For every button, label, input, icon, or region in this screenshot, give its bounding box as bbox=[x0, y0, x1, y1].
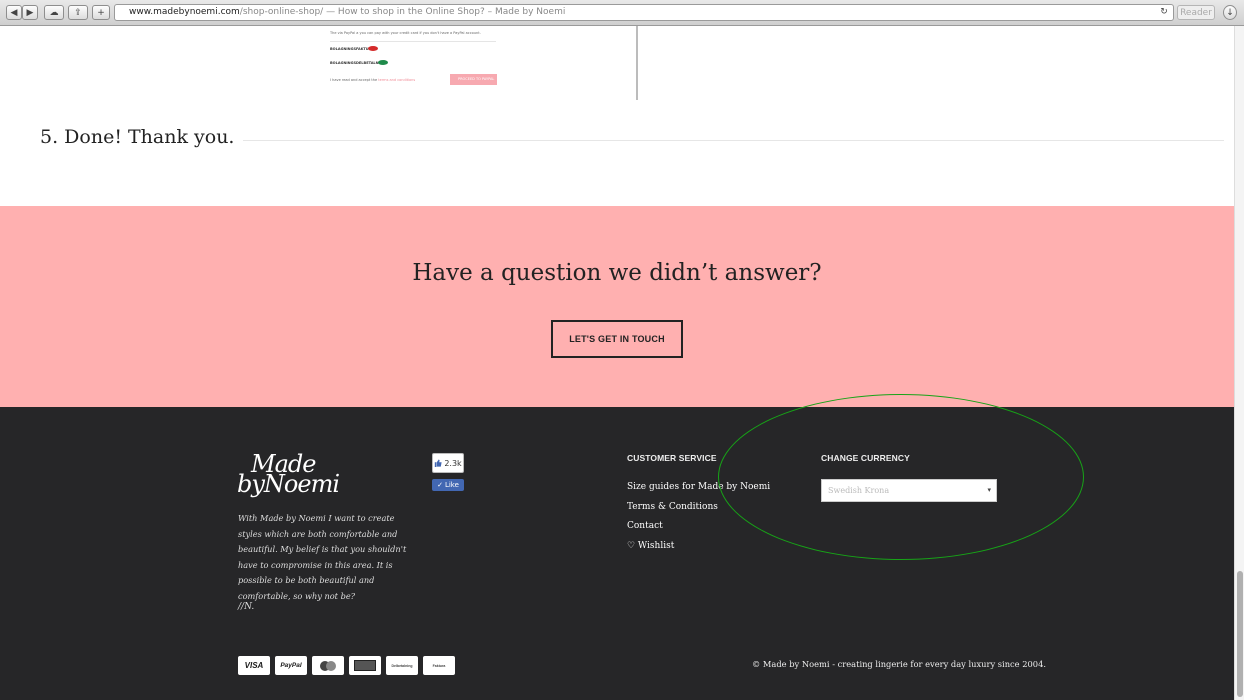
customer-service-heading: CUSTOMER SERVICE bbox=[627, 453, 717, 463]
facebook-like-button[interactable]: ✓ Like bbox=[432, 479, 464, 491]
page-title-in-url: — How to shop in the Online Shop? – Made… bbox=[323, 7, 566, 17]
screenshot-terms: I have read and accept the terms and con… bbox=[330, 78, 416, 82]
downloads-icon[interactable]: ↓ bbox=[1223, 5, 1237, 20]
checkout-screenshot-image: The via PayPal a you can pay with your c… bbox=[322, 26, 638, 100]
step-divider bbox=[243, 140, 1224, 141]
copyright-text: © Made by Noemi - creating lingerie for … bbox=[752, 659, 1046, 669]
brand-logo[interactable]: Made byNoemi bbox=[237, 450, 357, 502]
cloud-icon[interactable]: ☁ bbox=[44, 5, 64, 20]
faktura-icon: Faktura bbox=[423, 656, 455, 675]
thumbs-up-icon bbox=[435, 459, 442, 467]
site-footer: Made byNoemi With Made by Noemi I want t… bbox=[0, 394, 1234, 700]
scrollbar-thumb[interactable] bbox=[1237, 571, 1243, 697]
screenshot-intro-text: The via PayPal a you can pay with your c… bbox=[330, 31, 481, 35]
address-bar[interactable]: www.madebynoemi.com/shop-online-shop/ — … bbox=[114, 4, 1174, 21]
url-path: /shop-online-shop/ bbox=[239, 7, 324, 17]
step-heading: 5. Done! Thank you. bbox=[40, 126, 235, 148]
back-button[interactable]: ◀ bbox=[6, 5, 22, 20]
new-tab-button[interactable]: + bbox=[92, 5, 110, 20]
contact-cta-band: Have a question we didn’t answer? LET'S … bbox=[0, 206, 1234, 407]
invoice-logo-icon bbox=[368, 46, 378, 51]
check-icon: ✓ bbox=[437, 481, 443, 489]
cta-question: Have a question we didn’t answer? bbox=[412, 260, 822, 286]
share-icon[interactable]: ⇪ bbox=[68, 5, 88, 20]
url-domain: www.madebynoemi.com bbox=[129, 7, 240, 17]
about-text: With Made by Noemi I want to create styl… bbox=[238, 513, 407, 601]
partpay-logo-icon bbox=[378, 60, 388, 65]
partpayment-icon: Delbetalning bbox=[386, 656, 418, 675]
highlight-ellipse bbox=[718, 394, 1084, 560]
facebook-like-count: 2.3k bbox=[432, 453, 464, 473]
visa-icon: VISA bbox=[238, 656, 270, 675]
signature: //N. bbox=[238, 602, 255, 612]
instructions-section: The via PayPal a you can pay with your c… bbox=[0, 26, 1234, 206]
page-scrollbar[interactable] bbox=[1234, 26, 1244, 700]
reader-button[interactable]: Reader bbox=[1177, 5, 1215, 20]
get-in-touch-button[interactable]: LET'S GET IN TOUCH bbox=[551, 320, 683, 358]
reload-icon[interactable]: ↻ bbox=[1158, 6, 1170, 18]
browser-toolbar: ◀ ▶ ☁ ⇪ + www.madebynoemi.com/shop-onlin… bbox=[0, 0, 1244, 26]
screenshot-proceed-button: PROCEED TO PAYPAL bbox=[450, 74, 497, 85]
mastercard-icon bbox=[312, 656, 344, 675]
paypal-icon: PayPal bbox=[275, 656, 307, 675]
invoice-payment-icon bbox=[349, 656, 381, 675]
wishlist-link[interactable]: ♡ Wishlist bbox=[627, 537, 770, 557]
divider bbox=[330, 41, 496, 42]
payment-methods: VISA PayPal Delbetalning Faktura bbox=[238, 656, 455, 675]
forward-button[interactable]: ▶ bbox=[22, 5, 38, 20]
page-content: The via PayPal a you can pay with your c… bbox=[0, 26, 1234, 700]
